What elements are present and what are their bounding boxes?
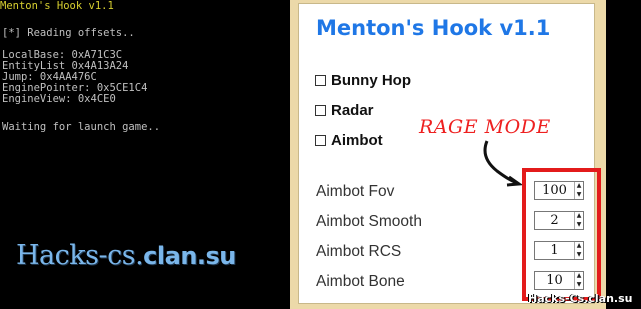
console-line: EngineView: 0x4CE0 bbox=[2, 93, 116, 105]
background-edge bbox=[606, 0, 641, 309]
arrow-up-icon[interactable]: ▲ bbox=[577, 243, 582, 249]
arrow-down-icon[interactable]: ▼ bbox=[577, 281, 582, 288]
console-title: Menton's Hook v1.1 bbox=[0, 0, 114, 12]
panel-title: Menton's Hook v1.1 bbox=[316, 16, 551, 40]
annotation-arrow-icon bbox=[483, 140, 524, 187]
arrow-up-icon[interactable]: ▲ bbox=[577, 213, 582, 219]
arrow-down-icon[interactable]: ▼ bbox=[577, 191, 582, 198]
aimbot-rcs-label: Aimbot RCS bbox=[316, 243, 402, 260]
hook-panel: Menton's Hook v1.1 Bunny Hop Radar Aimbo… bbox=[298, 3, 601, 304]
watermark-suffix: clan.su bbox=[143, 242, 236, 270]
stepper-value[interactable]: 2 bbox=[535, 213, 574, 228]
arrow-up-icon[interactable]: ▲ bbox=[577, 183, 582, 189]
hook-window: Menton's Hook v1.1 Bunny Hop Radar Aimbo… bbox=[290, 0, 606, 309]
stepper-arrows[interactable]: ▲ ▼ bbox=[574, 272, 583, 289]
checkbox-label: Bunny Hop bbox=[331, 72, 411, 89]
stepper-value[interactable]: 10 bbox=[535, 273, 574, 288]
bunny-hop-checkbox[interactable]: Bunny Hop bbox=[315, 72, 411, 89]
aimbot-bone-stepper[interactable]: 10 ▲ ▼ bbox=[534, 271, 584, 290]
radar-checkbox[interactable]: Radar bbox=[315, 102, 374, 119]
checkbox-label: Radar bbox=[331, 102, 374, 119]
aimbot-fov-stepper[interactable]: 100 ▲ ▼ bbox=[534, 181, 584, 200]
rage-mode-annotation: RAGE MODE bbox=[419, 116, 551, 138]
watermark-left: Hacks-cs.clan.su bbox=[16, 242, 236, 269]
checkbox-label: Aimbot bbox=[331, 132, 383, 149]
watermark-right: Hacks-Cs.clan.su bbox=[528, 292, 633, 305]
arrow-down-icon[interactable]: ▼ bbox=[577, 251, 582, 258]
aimbot-smooth-stepper[interactable]: 2 ▲ ▼ bbox=[534, 211, 584, 230]
stepper-arrows[interactable]: ▲ ▼ bbox=[574, 242, 583, 259]
arrow-up-icon[interactable]: ▲ bbox=[577, 273, 582, 279]
stepper-value[interactable]: 1 bbox=[535, 243, 574, 258]
checkbox-icon[interactable] bbox=[315, 105, 326, 116]
aimbot-rcs-stepper[interactable]: 1 ▲ ▼ bbox=[534, 241, 584, 260]
watermark-prefix: Hacks-cs. bbox=[16, 240, 144, 271]
stepper-arrows[interactable]: ▲ ▼ bbox=[574, 212, 583, 229]
console-line: [*] Reading offsets.. bbox=[2, 27, 135, 39]
aimbot-smooth-label: Aimbot Smooth bbox=[316, 213, 422, 230]
stepper-value[interactable]: 100 bbox=[535, 183, 574, 198]
checkbox-icon[interactable] bbox=[315, 75, 326, 86]
console-line: Waiting for launch game.. bbox=[2, 121, 161, 133]
aimbot-fov-label: Aimbot Fov bbox=[316, 183, 395, 200]
console-window: Menton's Hook v1.1 [*] Reading offsets..… bbox=[0, 0, 290, 309]
arrow-down-icon[interactable]: ▼ bbox=[577, 221, 582, 228]
aimbot-bone-label: Aimbot Bone bbox=[316, 273, 405, 290]
checkbox-icon[interactable] bbox=[315, 135, 326, 146]
aimbot-checkbox[interactable]: Aimbot bbox=[315, 132, 383, 149]
stepper-arrows[interactable]: ▲ ▼ bbox=[574, 182, 583, 199]
